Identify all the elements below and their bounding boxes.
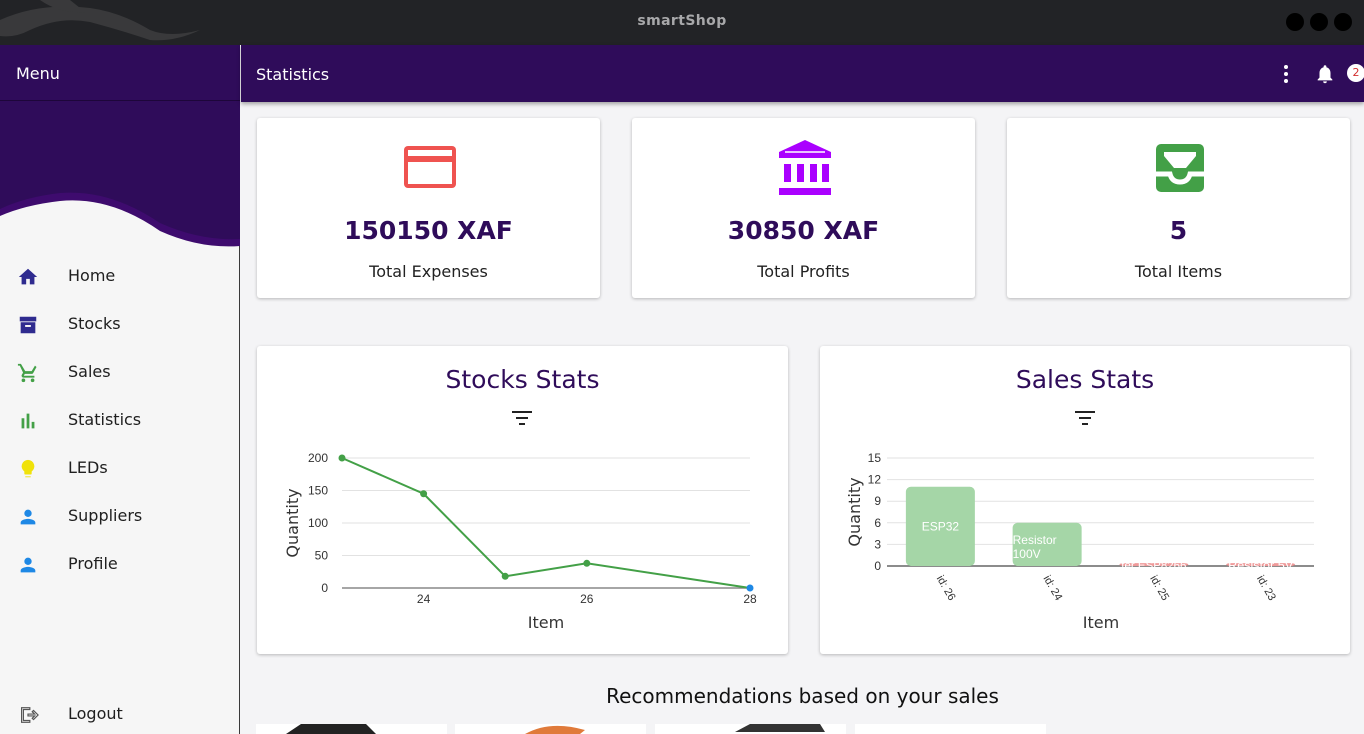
sidebar-title: Menu [16,64,60,83]
x-tick-label: id: 25 [1147,574,1171,603]
more-vert-icon[interactable] [1276,63,1296,85]
y-tick-label: 100 [308,516,328,530]
stat-caption: Total Expenses [369,262,488,281]
y-axis-label: Quantity [845,477,864,546]
bar-label: ter ESP8266 [1121,560,1186,572]
x-tick-label: id: 24 [1041,574,1065,603]
close-button[interactable] [1334,13,1352,31]
sidebar-item-label: Sales [68,362,111,381]
y-tick-label: 9 [874,494,881,508]
app-bar: Statistics 2 [241,45,1364,102]
stat-caption: Total Profits [757,262,850,281]
x-tick-label: id: 23 [1254,574,1278,603]
notification-badge: 2 [1347,64,1364,82]
data-point [746,584,754,592]
sales-bar-chart: 03691215ESP32id: 26Resistor 100Vid: 24ter… [845,451,1314,632]
y-tick-label: 3 [874,537,881,551]
stocks-chart-card: Stocks Stats 0 50 100 150 200 24 26 28 Item Quant… [257,346,788,654]
page-title: Statistics [256,65,330,84]
main-content: 150150 XAF Total Expenses 30850 XAF Tota… [241,102,1364,734]
home-icon [18,268,38,285]
bank-icon [779,140,831,195]
logout-icon [20,707,39,723]
product-image [525,725,585,734]
sidebar-item-label: Home [68,266,116,285]
sidebar-item-suppliers[interactable]: Suppliers [0,496,239,536]
bar-label: Resistor 5V [1228,560,1294,572]
x-tick-label: id: 26 [934,574,958,603]
data-point [583,559,591,567]
sidebar-wave-banner [0,101,240,247]
lightbulb-icon [21,459,35,478]
stat-value: 5 [1169,216,1188,245]
bell-icon[interactable] [1314,63,1336,85]
sidebar: Menu Home Stocks Sales Statistics LEDs S… [0,45,240,734]
x-tick-label: 24 [417,592,431,606]
maximize-button[interactable] [1310,13,1328,31]
sidebar-item-logout[interactable]: Logout [0,694,239,734]
y-axis-label: Quantity [283,488,302,557]
y-tick-label: 6 [874,516,881,530]
window-title: smartShop [637,13,727,29]
stat-card-items: 5 Total Items [1007,118,1350,298]
sidebar-item-sales[interactable]: Sales [0,352,239,392]
y-tick-label: 0 [874,559,881,573]
data-point [338,454,346,462]
person-icon [20,557,36,573]
recommendation-card[interactable] [655,724,846,734]
y-tick-label: 12 [868,473,882,487]
stat-caption: Total Items [1134,262,1223,281]
sidebar-item-label: Profile [68,554,118,573]
sidebar-header: Menu [0,45,240,101]
product-image [286,724,376,734]
y-tick-label: 50 [315,549,329,563]
sales-chart-card: Sales Stats 0 3 6 9 12 15 ESP32 id: 26 Resistor 1… [820,346,1350,654]
sidebar-item-leds[interactable]: LEDs [0,448,239,488]
recommendation-card[interactable] [855,724,1046,734]
cart-icon [17,363,37,383]
person-icon [20,509,36,525]
sidebar-item-label: LEDs [68,458,108,477]
sidebar-item-label: Logout [68,704,123,723]
bar-chart-icon [21,413,35,429]
archive-icon [19,316,37,334]
x-axis-label: Item [1083,613,1119,632]
minimize-button[interactable] [1286,13,1304,31]
sidebar-item-label: Suppliers [68,506,143,525]
recommendation-card[interactable] [455,724,646,734]
y-tick-label: 150 [308,484,328,498]
y-tick-label: 0 [321,581,328,595]
recommendation-card[interactable] [256,724,447,734]
window-titlebar: smartShop [0,0,1364,45]
credit-card-icon [404,146,456,188]
x-tick-label: 26 [580,592,594,606]
stat-value: 150150 XAF [344,216,513,245]
data-point [420,490,428,498]
y-tick-label: 200 [308,451,328,465]
product-image [735,724,825,732]
stocks-line-chart: 0 50 100 150 200 24 26 28 Item Quantity [283,451,757,632]
y-tick-label: 15 [868,451,882,465]
sidebar-item-stocks[interactable]: Stocks [0,304,239,344]
sidebar-item-statistics[interactable]: Statistics [0,400,239,440]
inbox-icon [1156,144,1204,192]
data-point [501,572,509,580]
sidebar-item-home[interactable]: Home [0,256,239,296]
stat-value: 30850 XAF [727,216,880,245]
sidebar-item-label: Stocks [68,314,121,333]
bar-label: ESP32 [922,519,960,533]
stat-card-expenses: 150150 XAF Total Expenses [257,118,600,298]
sidebar-item-profile[interactable]: Profile [0,544,239,584]
stat-card-profits: 30850 XAF Total Profits [632,118,975,298]
x-axis-label: Item [528,613,564,632]
x-tick-label: 28 [743,592,757,606]
sidebar-item-label: Statistics [68,410,142,429]
recommendations-title: Recommendations based on your sales [606,684,999,708]
